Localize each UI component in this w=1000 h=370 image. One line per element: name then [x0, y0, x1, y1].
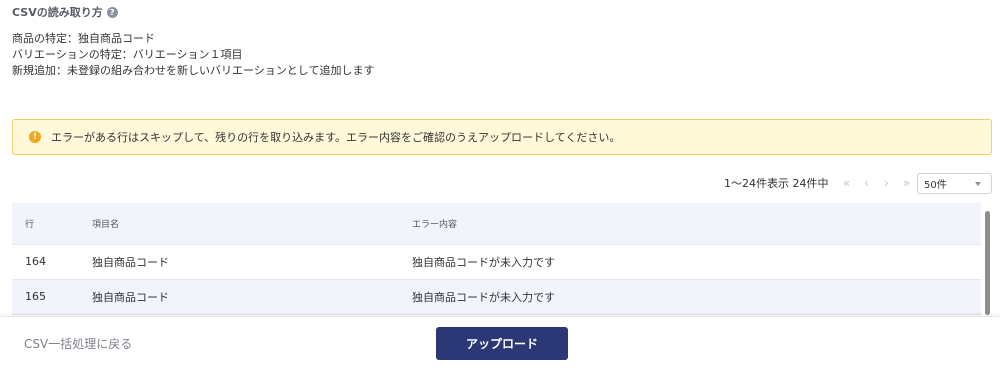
rule-product-id: 商品の特定：独自商品コード [12, 32, 155, 45]
chevron-down-icon [975, 182, 981, 186]
import-rules: 商品の特定：独自商品コード バリエーションの特定：バリエーション１項目 新規追加… [12, 31, 374, 79]
per-page-value: 50件 [924, 180, 947, 191]
error-table-container: 行 項目名 エラー内容 164 独自商品コード 独自商品コードが未入力です 16… [12, 203, 992, 315]
pagination: 1〜24件表示 24件中 « ‹ › » [724, 173, 915, 193]
cell-field-name: 独自商品コード [92, 244, 412, 280]
warning-icon: ! [29, 131, 41, 143]
column-header-error: エラー内容 [412, 203, 981, 245]
cell-error-message: 独自商品コードが未入力です [412, 279, 981, 315]
section-title: CSVの読み取り方 [12, 6, 103, 19]
upload-button[interactable]: アップロード [436, 327, 568, 360]
csv-import-page: CSVの読み取り方 ? 商品の特定：独自商品コード バリエーションの特定：バリエ… [0, 0, 1000, 370]
next-page-icon[interactable]: › [879, 176, 895, 190]
rule-variation-id: バリエーションの特定：バリエーション１項目 [12, 48, 243, 61]
last-page-icon[interactable]: » [899, 176, 915, 190]
column-header-row: 行 [12, 203, 92, 245]
footer-bar: CSV一括処理に戻る アップロード [0, 316, 1000, 370]
help-icon[interactable]: ? [106, 6, 118, 18]
table-header-row: 行 項目名 エラー内容 [12, 203, 981, 245]
rule-new-addition: 新規追加：未登録の組み合わせを新しいバリエーションとして追加します [12, 64, 375, 77]
cell-row-number: 165 [12, 279, 92, 315]
column-header-field: 項目名 [92, 203, 412, 245]
back-link[interactable]: CSV一括処理に戻る [24, 335, 132, 352]
section-header: CSVの読み取り方 ? [12, 4, 118, 20]
cell-row-number: 164 [12, 244, 92, 280]
error-table: 行 項目名 エラー内容 164 独自商品コード 独自商品コードが未入力です 16… [12, 203, 981, 315]
per-page-select[interactable]: 50件 [917, 173, 992, 194]
table-scrollbar[interactable] [985, 211, 990, 315]
table-row: 164 独自商品コード 独自商品コードが未入力です [12, 244, 981, 280]
pagination-summary: 1〜24件表示 24件中 [724, 177, 829, 190]
prev-page-icon[interactable]: ‹ [859, 176, 875, 190]
cell-field-name: 独自商品コード [92, 279, 412, 315]
warning-alert: ! エラーがある行はスキップして、残りの行を取り込みます。エラー内容をご確認のう… [12, 119, 992, 155]
table-row: 165 独自商品コード 独自商品コードが未入力です [12, 279, 981, 315]
alert-text: エラーがある行はスキップして、残りの行を取り込みます。エラー内容をご確認のうえア… [51, 131, 621, 144]
cell-error-message: 独自商品コードが未入力です [412, 244, 981, 280]
first-page-icon[interactable]: « [839, 176, 855, 190]
